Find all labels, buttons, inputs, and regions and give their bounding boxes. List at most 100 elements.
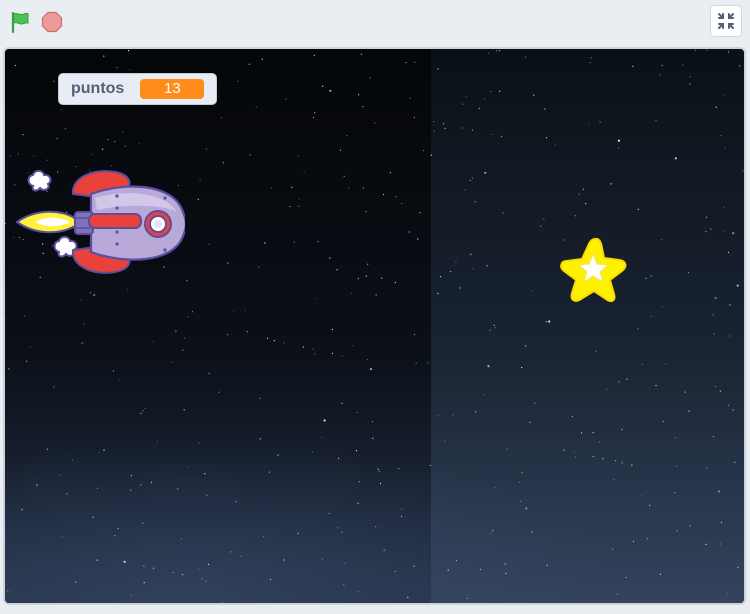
background-star xyxy=(616,593,619,596)
background-star xyxy=(283,342,285,344)
background-star xyxy=(464,189,466,191)
stop-button[interactable] xyxy=(38,8,66,36)
background-star xyxy=(739,65,741,67)
background-star xyxy=(371,421,374,423)
star-sprite[interactable] xyxy=(557,236,627,304)
background-star xyxy=(394,570,396,573)
background-star xyxy=(414,61,416,63)
background-star xyxy=(742,170,744,172)
background-star xyxy=(705,230,707,233)
background-star xyxy=(729,304,731,306)
background-star xyxy=(56,137,58,140)
background-star xyxy=(8,368,10,370)
background-star xyxy=(142,410,144,412)
background-star xyxy=(329,257,331,259)
background-star xyxy=(355,450,358,452)
background-star xyxy=(83,323,85,325)
background-star xyxy=(479,568,482,570)
background-star xyxy=(201,578,203,580)
background-star xyxy=(61,536,63,538)
background-star xyxy=(130,594,132,596)
background-star xyxy=(365,275,367,277)
background-star xyxy=(554,144,556,146)
green-flag-button[interactable] xyxy=(6,8,34,36)
background-star xyxy=(182,574,184,576)
background-star xyxy=(645,277,647,279)
background-star xyxy=(505,572,507,575)
background-star xyxy=(75,581,77,583)
background-star xyxy=(186,466,189,468)
variable-monitor[interactable]: puntos 13 xyxy=(58,73,218,105)
background-star xyxy=(582,188,585,190)
background-star xyxy=(676,465,678,467)
background-star xyxy=(646,538,648,540)
background-star xyxy=(595,350,597,352)
background-star xyxy=(632,540,635,542)
background-star xyxy=(729,335,731,337)
background-star xyxy=(493,324,495,326)
background-star xyxy=(191,311,193,313)
background-star xyxy=(585,203,587,205)
background-star xyxy=(649,504,651,506)
background-star xyxy=(199,179,201,181)
background-star xyxy=(366,359,368,361)
background-star xyxy=(688,410,690,412)
background-star xyxy=(447,569,449,571)
background-star xyxy=(375,526,377,528)
background-star xyxy=(455,261,457,263)
background-star xyxy=(525,56,527,58)
background-star xyxy=(53,386,55,388)
background-star xyxy=(401,203,403,205)
background-star xyxy=(313,54,315,56)
background-star xyxy=(186,280,188,282)
background-star xyxy=(548,320,551,323)
background-star xyxy=(714,297,717,300)
background-star xyxy=(444,127,446,129)
background-star xyxy=(665,363,667,365)
background-star xyxy=(264,242,266,244)
background-star xyxy=(499,90,501,92)
background-star xyxy=(521,367,523,369)
background-star xyxy=(610,182,613,185)
background-star xyxy=(519,481,521,483)
background-star xyxy=(521,472,523,474)
background-star xyxy=(486,265,488,267)
stage-header xyxy=(0,0,750,44)
background-star xyxy=(719,543,722,545)
background-star xyxy=(525,507,528,510)
background-star xyxy=(720,135,722,137)
background-star xyxy=(469,179,471,181)
background-star xyxy=(198,442,200,444)
background-star xyxy=(277,454,279,456)
background-star xyxy=(621,462,623,464)
background-star xyxy=(588,124,590,126)
background-star xyxy=(112,370,114,372)
background-star xyxy=(180,538,182,540)
background-star xyxy=(205,148,207,150)
background-star xyxy=(459,287,461,289)
background-star xyxy=(471,177,473,179)
stage[interactable]: puntos 13 xyxy=(3,47,746,605)
background-star xyxy=(394,281,396,284)
background-star xyxy=(273,340,275,342)
stop-icon xyxy=(41,11,63,33)
background-star xyxy=(632,65,634,67)
background-star xyxy=(343,175,345,177)
background-star xyxy=(491,133,493,135)
background-star xyxy=(571,415,574,418)
background-star xyxy=(297,532,299,534)
background-star xyxy=(114,535,116,537)
background-star xyxy=(7,590,9,592)
background-star xyxy=(222,601,224,603)
background-star xyxy=(727,251,730,253)
exit-fullscreen-button[interactable] xyxy=(710,5,742,37)
rocketship-sprite[interactable] xyxy=(13,164,185,284)
background-star xyxy=(255,106,257,108)
background-star xyxy=(427,362,429,364)
background-star xyxy=(344,562,346,564)
background-star xyxy=(197,198,199,200)
background-star xyxy=(369,368,372,371)
background-star xyxy=(546,137,548,139)
background-star xyxy=(736,284,739,287)
background-star xyxy=(617,147,620,149)
